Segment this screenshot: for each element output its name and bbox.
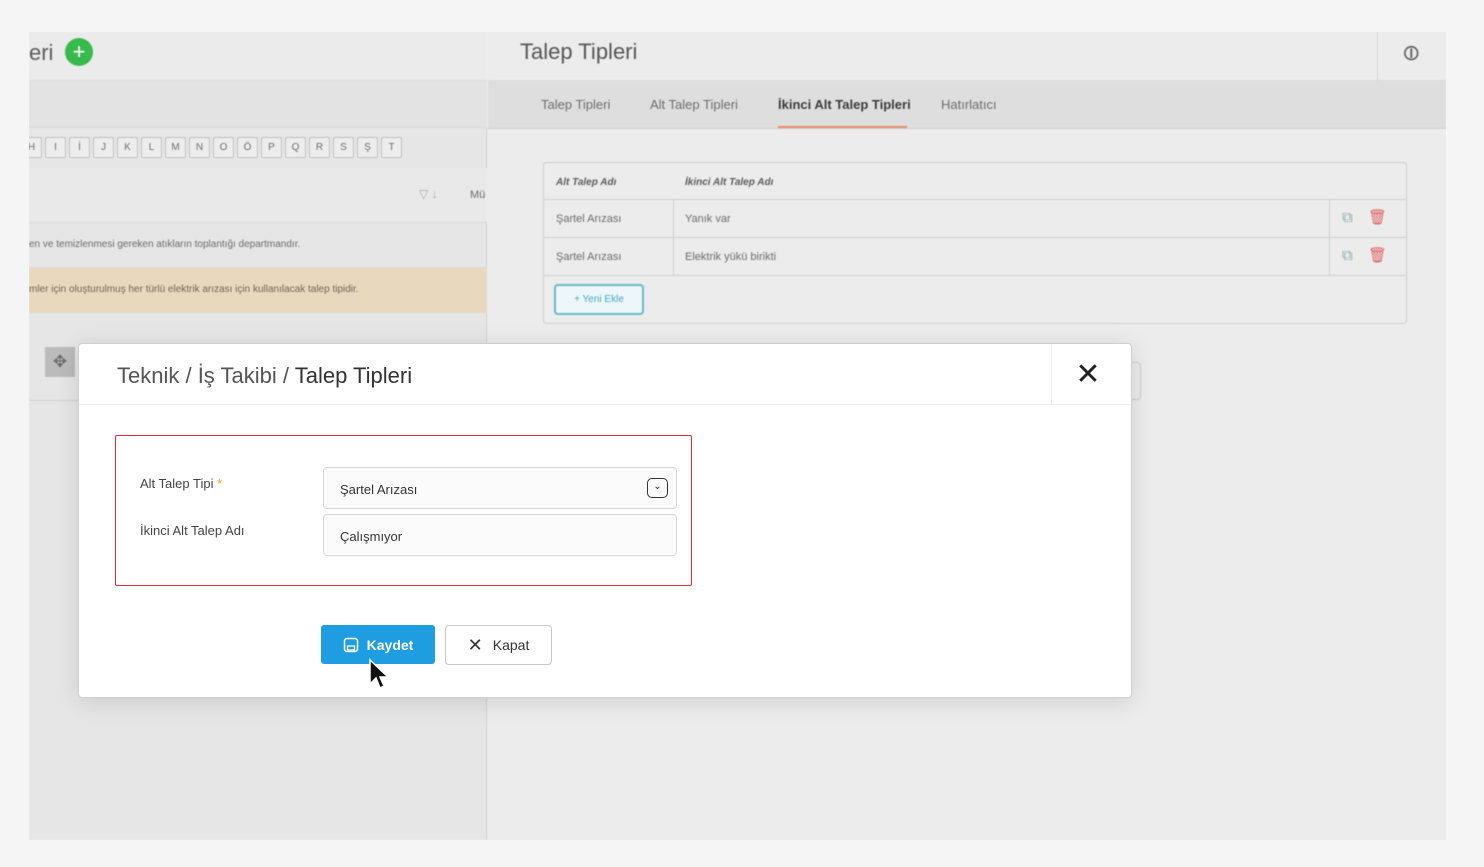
alt-talep-select[interactable]: Şartel Arızası ⌄: [323, 467, 677, 509]
close-icon: ✕: [467, 634, 483, 655]
mouse-cursor-icon: [369, 658, 390, 690]
select-value: Şartel Arızası: [340, 482, 418, 497]
save-icon: [343, 637, 358, 652]
required-mark: *: [217, 476, 223, 491]
chevron-down-icon[interactable]: ⌄: [647, 478, 668, 498]
dialog-header: Teknik / İş Takibi / Talep Tipleri ✕: [79, 344, 1131, 405]
cancel-button[interactable]: ✕ Kapat: [445, 625, 552, 665]
breadcrumb: Teknik / İş Takibi / Talep Tipleri: [117, 363, 412, 389]
breadcrumb-path: Teknik / İş Takibi /: [117, 363, 295, 388]
field-label: Alt Talep Tipi *: [140, 476, 222, 491]
input-value: Çalışmıyor: [340, 529, 403, 544]
cancel-label: Kapat: [492, 637, 530, 653]
ikinci-alt-talep-input[interactable]: Çalışmıyor: [323, 514, 677, 556]
breadcrumb-current: Talep Tipleri: [294, 363, 413, 388]
edit-dialog: Teknik / İş Takibi / Talep Tipleri ✕ Alt…: [78, 343, 1132, 698]
alt-talep-label: Alt Talep Tipi: [140, 476, 214, 491]
save-label: Kaydet: [366, 636, 414, 653]
form-group: Alt Talep Tipi * Şartel Arızası ⌄ İkinci…: [115, 435, 692, 586]
divider: [1051, 344, 1052, 405]
ikinci-alt-talep-label: İkinci Alt Talep Adı: [140, 523, 245, 538]
close-icon[interactable]: ✕: [1064, 354, 1112, 396]
